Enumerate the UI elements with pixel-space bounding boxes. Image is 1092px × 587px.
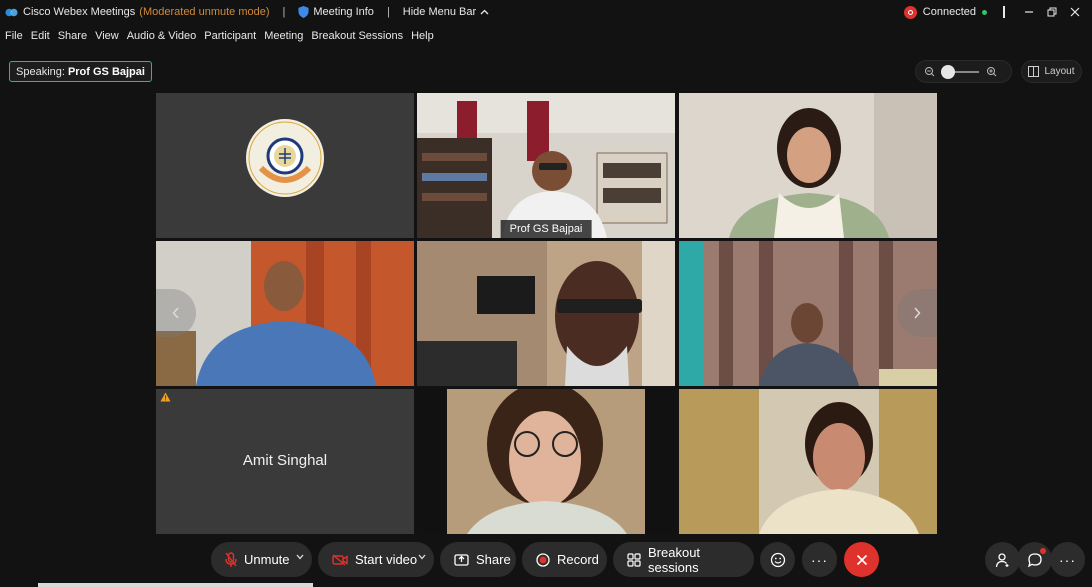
- video-tile-prof-gs-bajpai[interactable]: Prof GS Bajpai: [417, 93, 675, 238]
- hide-menu-bar-button[interactable]: Hide Menu Bar: [403, 6, 489, 18]
- chevron-left-icon: [172, 307, 179, 319]
- title-separator-2: |: [386, 6, 390, 18]
- record-button[interactable]: Record: [522, 542, 607, 577]
- taskbar-strip: [38, 583, 313, 587]
- speaking-label: Speaking:: [16, 65, 65, 78]
- title-divider: [1003, 6, 1005, 18]
- app-title: Cisco Webex Meetings: [23, 6, 136, 18]
- close-window-button[interactable]: [1063, 0, 1086, 24]
- participant-video: [679, 389, 937, 534]
- unmute-mode-label: (Moderated unmute mode): [139, 6, 270, 18]
- menu-bar: File Edit Share View Audio & Video Parti…: [0, 26, 437, 46]
- mic-muted-icon: [225, 551, 237, 568]
- webex-logo-icon: [5, 8, 18, 16]
- start-video-button[interactable]: Start video: [318, 542, 434, 577]
- next-page-arrow[interactable]: [897, 289, 937, 337]
- chevron-up-icon: [480, 9, 489, 15]
- recording-indicator-icon[interactable]: [903, 5, 917, 19]
- zoom-knob[interactable]: [941, 64, 955, 79]
- share-button[interactable]: Share: [440, 542, 516, 577]
- menu-audio-video[interactable]: Audio & Video: [127, 30, 197, 42]
- zoom-track[interactable]: [941, 64, 979, 79]
- start-video-label: Start video: [355, 552, 418, 567]
- shield-icon: [298, 6, 309, 18]
- video-tile-participant-8[interactable]: [417, 389, 675, 534]
- participant-video-room: [417, 93, 675, 238]
- breakout-label: Breakout sessions: [648, 544, 701, 575]
- breakout-icon: [627, 552, 641, 567]
- speaking-name: Prof GS Bajpai: [67, 65, 145, 78]
- video-tile-participant-9[interactable]: [679, 389, 937, 534]
- record-label: Record: [557, 552, 599, 567]
- share-label: Share: [476, 552, 511, 567]
- unmute-label: Unmute: [244, 552, 290, 567]
- more-label: ···: [811, 551, 828, 568]
- restore-icon: [1047, 7, 1056, 17]
- close-icon: [1070, 7, 1079, 17]
- video-tile-participant-3[interactable]: [679, 93, 937, 238]
- record-icon: [536, 552, 550, 567]
- participants-button[interactable]: [985, 542, 1020, 577]
- chevron-down-icon[interactable]: [296, 554, 304, 560]
- notification-dot: [1040, 548, 1046, 554]
- restore-button[interactable]: [1040, 0, 1063, 24]
- title-separator: |: [282, 6, 286, 18]
- more-options-button[interactable]: ···: [802, 542, 837, 577]
- reactions-button[interactable]: [760, 542, 795, 577]
- chat-icon: [1027, 552, 1042, 567]
- layout-grid-icon: [1028, 66, 1040, 77]
- meeting-info-label: Meeting Info: [313, 6, 374, 18]
- menu-share[interactable]: Share: [58, 30, 87, 42]
- layout-label: Layout: [1044, 66, 1075, 77]
- connection-status: Connected: [922, 6, 976, 18]
- share-icon: [454, 553, 469, 566]
- emoji-icon: [770, 552, 785, 567]
- active-speaker-badge: Speaking: Prof GS Bajpai: [9, 61, 152, 82]
- unmute-button[interactable]: Unmute: [211, 542, 312, 577]
- chevron-down-icon[interactable]: [418, 554, 426, 560]
- menu-view[interactable]: View: [95, 30, 119, 42]
- close-icon: [856, 554, 867, 565]
- menu-breakout-sessions[interactable]: Breakout Sessions: [311, 30, 403, 42]
- more-panels-button[interactable]: ···: [1050, 542, 1085, 577]
- chat-button[interactable]: [1017, 542, 1052, 577]
- minimize-icon: [1024, 11, 1033, 13]
- menu-participant[interactable]: Participant: [204, 30, 256, 42]
- minimize-button[interactable]: [1017, 0, 1040, 24]
- warning-icon: [160, 392, 171, 402]
- menu-file[interactable]: File: [5, 30, 23, 42]
- participant-name: Amit Singhal: [242, 452, 328, 469]
- breakout-sessions-button[interactable]: Breakout sessions: [613, 542, 754, 577]
- video-off-icon: [332, 553, 348, 566]
- video-tile-logo[interactable]: [156, 93, 414, 238]
- participant-name-tag: Prof GS Bajpai: [500, 220, 592, 238]
- meeting-info-button[interactable]: Meeting Info: [298, 6, 374, 18]
- zoom-slider[interactable]: [915, 60, 1012, 83]
- participant-video: [679, 93, 937, 238]
- zoom-in-icon[interactable]: [985, 65, 999, 79]
- zoom-out-icon[interactable]: [923, 65, 937, 79]
- hide-menu-bar-label: Hide Menu Bar: [402, 6, 477, 18]
- rgnul-logo: [246, 119, 324, 197]
- chevron-right-icon: [914, 307, 921, 319]
- title-bar: Cisco Webex Meetings (Moderated unmute m…: [0, 0, 1092, 24]
- more-panels-label: ···: [1059, 551, 1076, 568]
- participant-video: [417, 389, 675, 534]
- participant-video: [417, 241, 675, 386]
- video-tile-participant-5[interactable]: [417, 241, 675, 386]
- participants-icon: [995, 552, 1008, 567]
- connection-status-dot: [982, 9, 987, 15]
- menu-meeting[interactable]: Meeting: [264, 30, 303, 42]
- menu-edit[interactable]: Edit: [31, 30, 50, 42]
- menu-help[interactable]: Help: [411, 30, 434, 42]
- layout-button[interactable]: Layout: [1021, 60, 1082, 83]
- leave-meeting-button[interactable]: [844, 542, 879, 577]
- video-tile-amit-singhal[interactable]: Amit Singhal: [156, 389, 414, 534]
